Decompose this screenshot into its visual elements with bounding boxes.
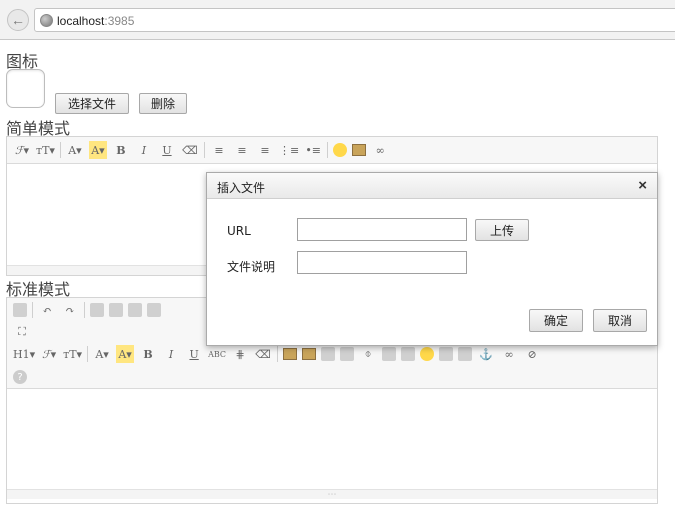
attachment-icon[interactable]: ⌽ — [359, 345, 377, 363]
anchor-icon[interactable]: ⚓ — [477, 345, 495, 363]
italic-button[interactable]: I — [162, 345, 180, 363]
ordered-list-icon[interactable]: ⋮≡ — [279, 141, 299, 159]
hr-icon[interactable] — [401, 347, 416, 361]
globe-icon — [40, 14, 53, 27]
redo-icon[interactable]: ↷ — [61, 301, 79, 319]
toolbar-divider — [277, 346, 279, 362]
toolbar-divider — [203, 142, 205, 158]
simple-toolbar: ℱ▾ ᴛT▾ A▾ A▾ B I U ⌫ ≡ ≡ ≡ ⋮≡ •≡ ∞ — [7, 137, 657, 164]
media-icon[interactable] — [340, 347, 355, 361]
insert-file-dialog: 插入文件 × URL 上传 文件说明 确定 取消 — [206, 172, 658, 346]
bg-color-button[interactable]: A▾ — [116, 345, 135, 363]
font-color-button[interactable]: A▾ — [66, 141, 84, 159]
unlink-icon[interactable]: ⊘ — [523, 345, 541, 363]
toolbar-divider — [59, 142, 61, 158]
browser-toolbar: ← localhost:3985 — [0, 0, 675, 40]
flash-icon[interactable] — [321, 347, 336, 361]
back-arrow-icon[interactable]: ← — [7, 9, 29, 31]
cancel-button[interactable]: 取消 — [593, 309, 647, 332]
ok-button[interactable]: 确定 — [529, 309, 583, 332]
emoticon-icon[interactable] — [333, 143, 348, 157]
toolbar-divider — [84, 302, 85, 318]
choose-file-button[interactable]: 选择文件 — [55, 93, 129, 114]
toolbar-divider — [87, 346, 89, 362]
address-bar[interactable]: localhost:3985 — [34, 8, 675, 32]
url-label: URL — [227, 224, 251, 238]
font-size-button[interactable]: ᴛT▾ — [63, 345, 82, 363]
pagebreak-icon[interactable] — [458, 347, 473, 361]
font-family-button[interactable]: ℱ▾ — [40, 345, 58, 363]
url-text: localhost:3985 — [57, 14, 135, 28]
eraser-icon[interactable]: ⌫ — [181, 141, 199, 159]
url-input[interactable] — [297, 218, 467, 241]
align-right-icon[interactable]: ≡ — [256, 141, 274, 159]
font-size-button[interactable]: ᴛT▾ — [36, 141, 55, 159]
bold-button[interactable]: B — [139, 345, 157, 363]
font-family-button[interactable]: ℱ▾ — [13, 141, 31, 159]
underline-button[interactable]: U — [158, 141, 176, 159]
toolbar-row: ? — [7, 366, 657, 388]
link-icon[interactable]: ∞ — [500, 345, 518, 363]
icon-preview — [6, 69, 45, 108]
file-description-input[interactable] — [297, 251, 467, 274]
bg-color-button[interactable]: A▾ — [88, 141, 107, 159]
bold-button[interactable]: B — [112, 141, 130, 159]
align-center-icon[interactable]: ≡ — [233, 141, 251, 159]
toolbar-divider — [327, 142, 329, 158]
font-color-button[interactable]: A▾ — [93, 345, 111, 363]
underline-button[interactable]: U — [185, 345, 203, 363]
heading-button[interactable]: H1▾ — [13, 345, 35, 363]
template-icon[interactable] — [128, 303, 142, 317]
italic-button[interactable]: I — [135, 141, 153, 159]
paste-icon[interactable] — [13, 303, 27, 317]
table-grid-icon[interactable]: ⋕ — [231, 345, 249, 363]
undo-icon[interactable]: ↶ — [38, 301, 56, 319]
strikethrough-button[interactable]: ABC — [208, 345, 226, 363]
emoticon-icon[interactable] — [420, 347, 435, 361]
resize-handle[interactable]: ⋯ — [7, 489, 657, 499]
code-icon[interactable] — [147, 303, 161, 317]
standard-edit-area[interactable] — [7, 389, 657, 489]
toolbar-divider — [32, 302, 33, 318]
link-icon[interactable]: ∞ — [371, 141, 389, 159]
upload-button[interactable]: 上传 — [475, 219, 529, 241]
dialog-title: 插入文件 — [217, 181, 266, 195]
image-icon[interactable] — [283, 348, 298, 360]
fullscreen-icon[interactable]: ⛶ — [13, 323, 31, 341]
multi-image-icon[interactable] — [302, 348, 317, 360]
align-left-icon[interactable]: ≡ — [210, 141, 228, 159]
map-icon[interactable] — [439, 347, 454, 361]
eraser-icon[interactable]: ⌫ — [254, 345, 272, 363]
unordered-list-icon[interactable]: •≡ — [304, 141, 322, 159]
help-icon[interactable]: ? — [13, 370, 27, 384]
preview-icon[interactable] — [90, 303, 104, 317]
delete-button[interactable]: 删除 — [139, 93, 187, 114]
table-icon[interactable] — [382, 347, 397, 361]
file-description-label: 文件说明 — [227, 260, 276, 274]
print-icon[interactable] — [109, 303, 123, 317]
dialog-header: 插入文件 × — [207, 173, 657, 199]
close-icon[interactable]: × — [638, 177, 647, 194]
image-icon[interactable] — [352, 144, 367, 156]
